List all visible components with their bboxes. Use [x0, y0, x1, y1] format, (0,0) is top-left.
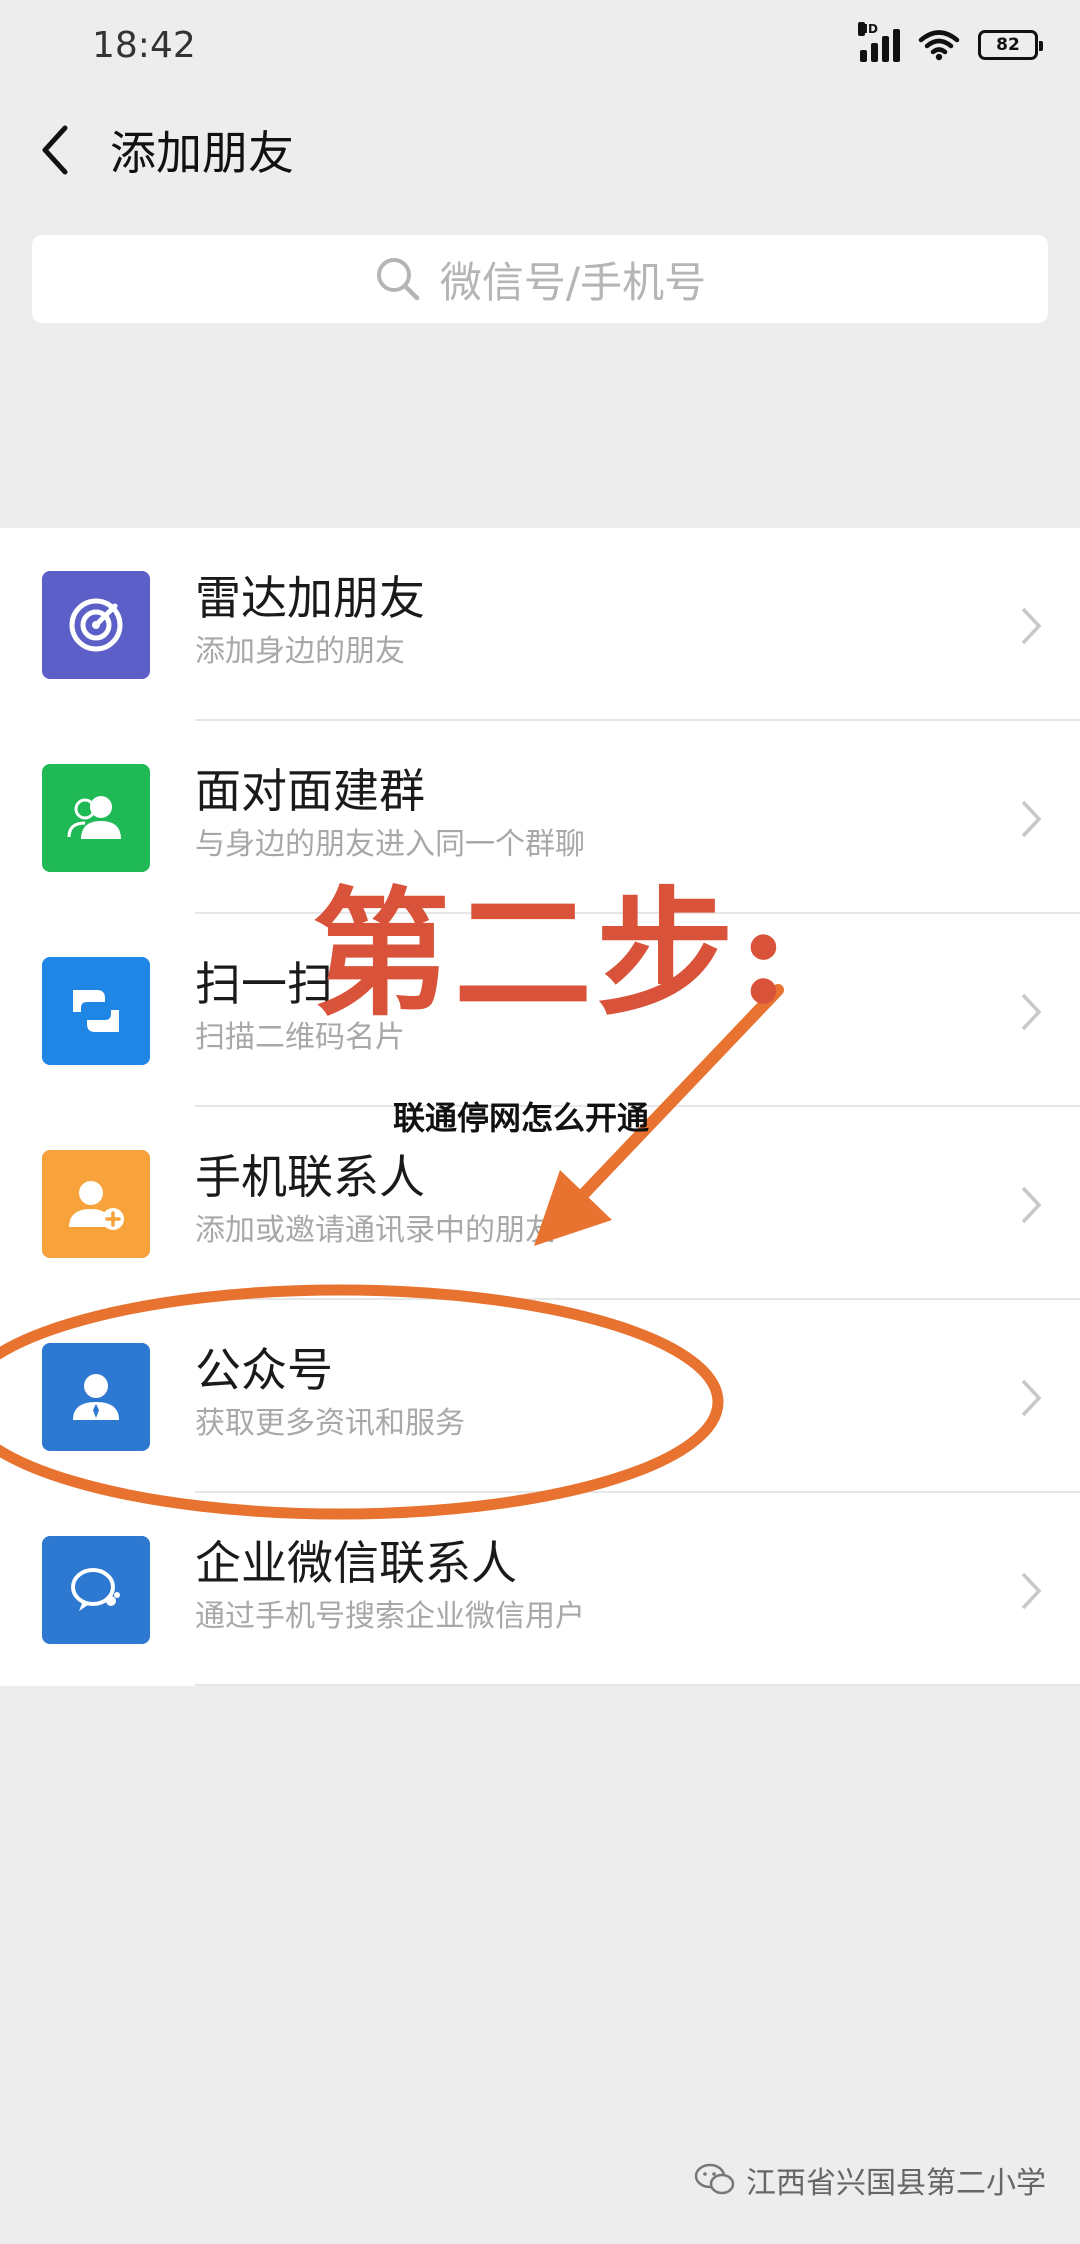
- chevron-right-icon: [1021, 800, 1042, 838]
- menu-item-title: 雷达加朋友: [195, 571, 425, 625]
- header: 添加朋友: [0, 100, 1080, 200]
- chevron-right-icon: [1021, 993, 1042, 1031]
- wifi-icon: [918, 30, 960, 61]
- radar-icon: [42, 570, 150, 679]
- menu-item-work-wechat-contacts[interactable]: 企业微信联系人 通过手机号搜索企业微信用户: [0, 1493, 1080, 1686]
- wechat-logo-icon: [694, 2163, 735, 2195]
- menu-item-title: 面对面建群: [195, 764, 425, 818]
- battery-level: 82: [996, 35, 1020, 55]
- menu-item-subtitle: 获取更多资讯和服务: [195, 1406, 465, 1441]
- status-bar: 18:42 HD 82: [0, 0, 1080, 90]
- group-icon: [42, 763, 150, 872]
- official-account-icon: [42, 1342, 150, 1451]
- menu-item-subtitle: 添加或邀请通讯录中的朋友: [195, 1213, 555, 1248]
- contacts-icon: [42, 1149, 150, 1258]
- watermark-text: 江西省兴国县第二小学: [746, 2166, 1046, 2201]
- menu-item-subtitle: 通过手机号搜索企业微信用户: [195, 1599, 585, 1634]
- menu-item-title: 手机联系人: [195, 1150, 425, 1204]
- search-placeholder: 微信号/手机号: [439, 257, 707, 307]
- status-icons: HD 82: [858, 22, 1043, 62]
- menu-item-radar[interactable]: 雷达加朋友 添加身边的朋友: [0, 528, 1080, 721]
- search-icon: [376, 258, 420, 301]
- scan-icon: [42, 956, 150, 1065]
- search-input[interactable]: 微信号/手机号: [32, 235, 1048, 323]
- back-button[interactable]: [6, 100, 106, 200]
- status-time: 18:42: [92, 24, 196, 66]
- watermark: 江西省兴国县第二小学: [694, 2158, 1046, 2202]
- chevron-right-icon: [1021, 1379, 1042, 1417]
- chevron-right-icon: [1021, 1572, 1042, 1610]
- battery-icon: 82: [978, 30, 1043, 60]
- hd-label: HD: [858, 22, 879, 36]
- divider: [195, 1684, 1080, 1686]
- page-title: 添加朋友: [110, 126, 294, 180]
- menu-item-title: 企业微信联系人: [195, 1536, 517, 1590]
- work-wechat-icon: [42, 1535, 150, 1644]
- chevron-right-icon: [1021, 607, 1042, 645]
- menu-item-title: 公众号: [195, 1343, 333, 1397]
- menu-item-subtitle: 添加身边的朋友: [195, 634, 405, 669]
- chevron-right-icon: [1021, 1186, 1042, 1224]
- chevron-left-icon: [42, 125, 68, 175]
- step-annotation: 第二步:: [312, 872, 793, 1035]
- caption-text: 联通停网怎么开通: [393, 1099, 650, 1137]
- signal-icon: HD: [858, 22, 900, 62]
- menu-item-official-accounts[interactable]: 公众号 获取更多资讯和服务: [0, 1300, 1080, 1493]
